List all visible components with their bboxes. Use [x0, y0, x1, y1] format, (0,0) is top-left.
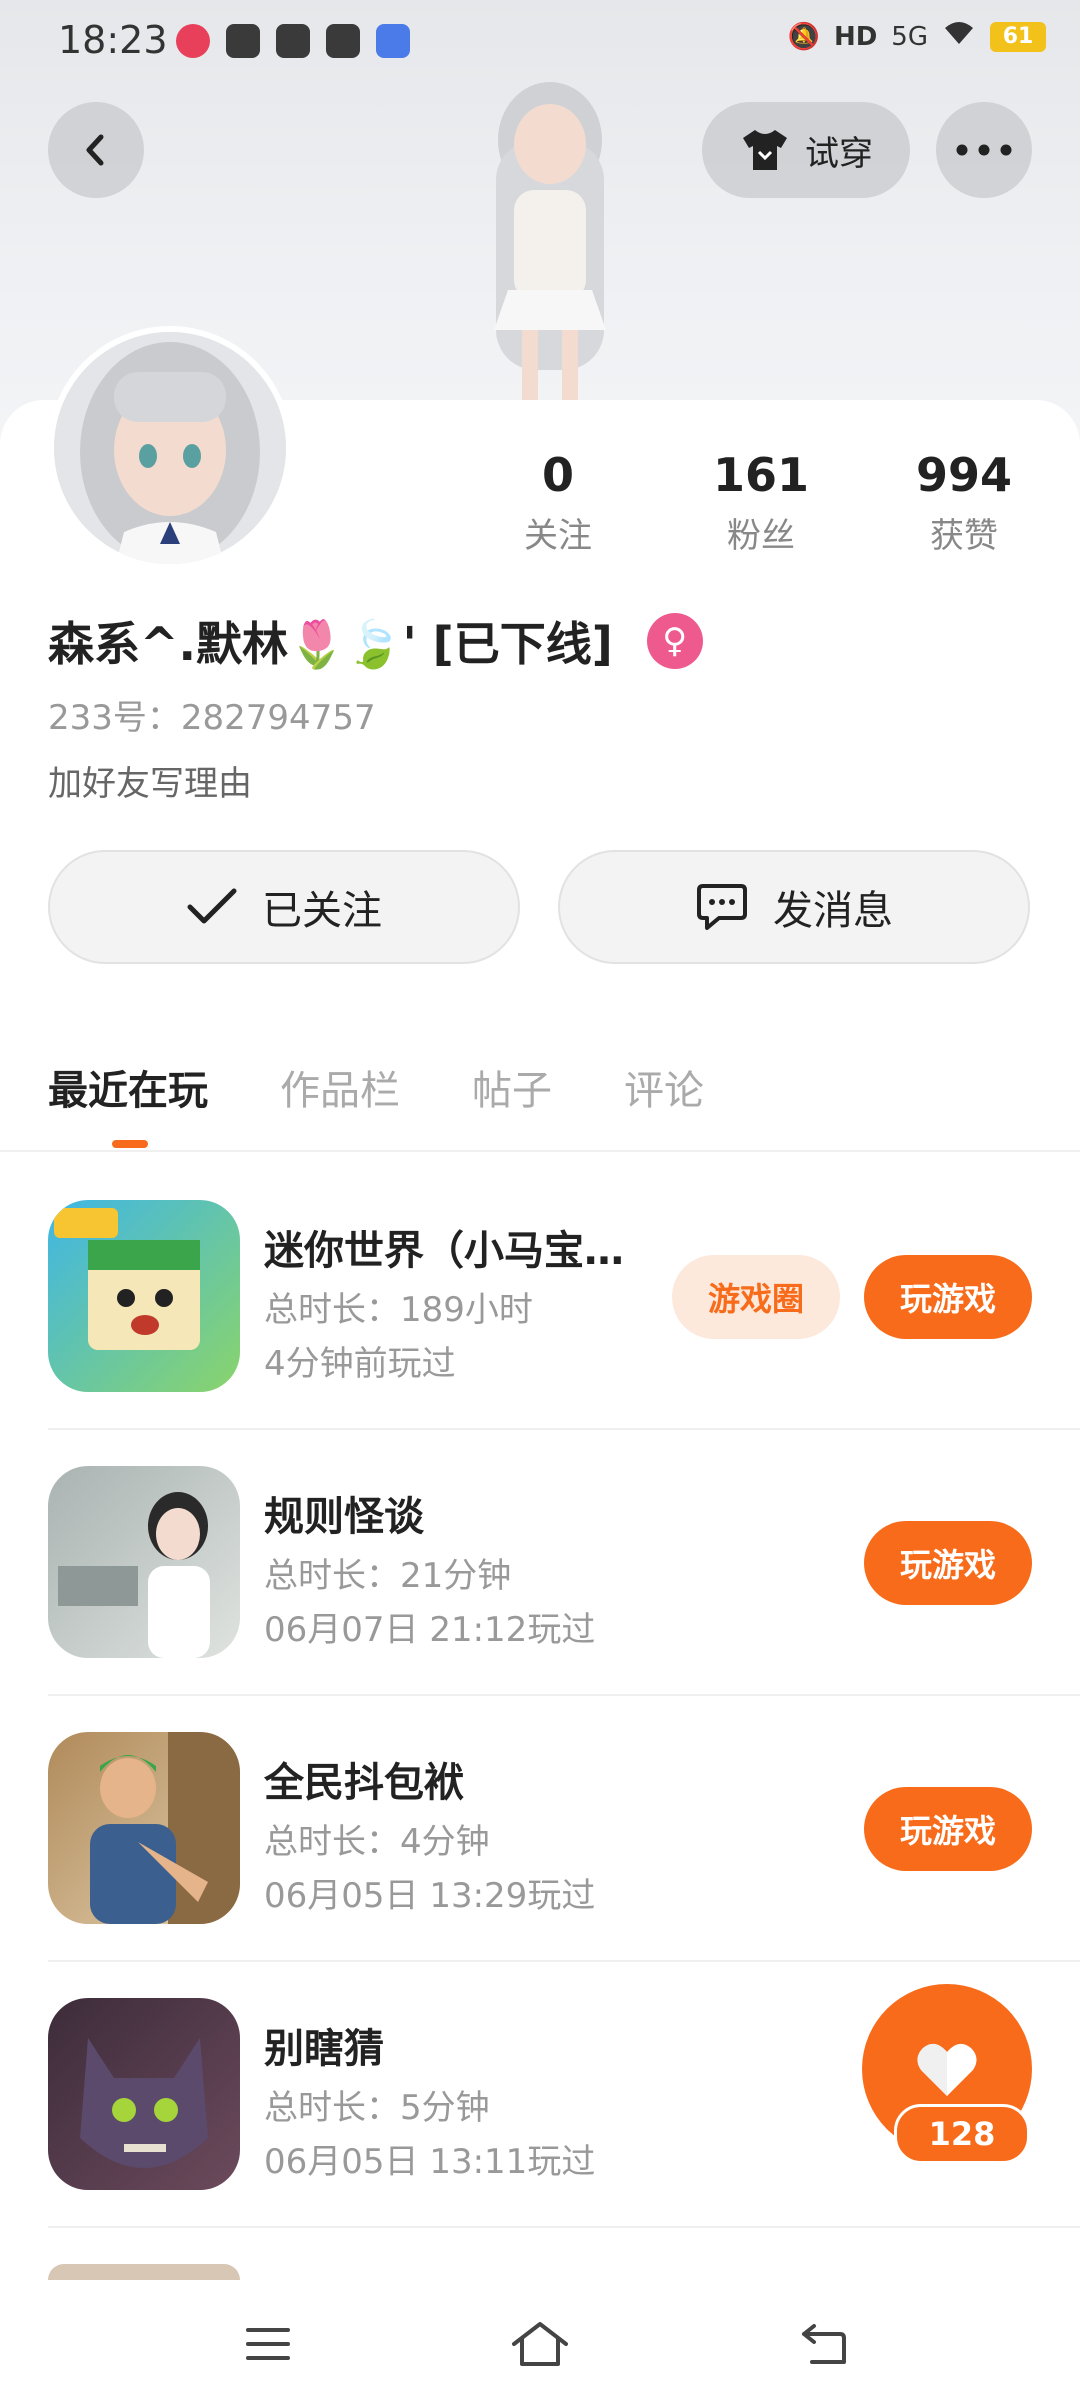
row-separator [48, 1428, 1080, 1430]
game-icon-5-partial [48, 2264, 240, 2280]
row-separator [48, 1960, 1080, 1962]
game-last-played-3: 06月05日 13:29玩过 [264, 1876, 596, 1916]
play-notification-icon [326, 24, 360, 58]
game-title-4: 别瞎猜 [264, 2026, 384, 2072]
game-duration-1: 总时长：189小时 [264, 1290, 533, 1330]
play-game-button-1[interactable]: 玩游戏 [864, 1255, 1032, 1339]
row-separator [48, 1694, 1080, 1696]
status-time: 18:23 [58, 18, 168, 62]
game-art-1 [54, 1208, 200, 1350]
shirt-icon [743, 130, 787, 170]
more-horizontal-icon [956, 144, 1012, 156]
battery-icon: 61 [990, 21, 1046, 52]
nickname: 森系^.默林🌷🍃' [已下线] [48, 617, 613, 671]
game-last-played-4: 06月05日 13:11玩过 [264, 2142, 596, 2182]
avatar-image [54, 332, 286, 564]
back-nav-button[interactable] [800, 2322, 848, 2370]
stat-following-value: 0 [541, 448, 574, 502]
game-title-3: 全民抖包袱 [264, 1760, 464, 1806]
back-button[interactable] [48, 102, 144, 198]
followed-label: 已关注 [262, 888, 382, 934]
tab-posts[interactable]: 帖子 [472, 1058, 552, 1116]
game-circle-button-1[interactable]: 游戏圈 [672, 1255, 840, 1339]
game-art-2 [58, 1492, 210, 1658]
more-button[interactable] [936, 102, 1032, 198]
stat-fans[interactable]: 161 粉丝 [681, 448, 841, 557]
game-icon-3[interactable] [48, 1732, 240, 1924]
menu-nav-button[interactable] [244, 2324, 292, 2368]
game-title-2: 规则怪谈 [264, 1494, 424, 1540]
add-friend-reason[interactable]: 加好友写理由 [48, 756, 252, 805]
message-icon [697, 884, 747, 930]
notification-icons [176, 24, 410, 58]
home-icon [512, 2322, 568, 2366]
stat-fans-label: 粉丝 [727, 516, 795, 556]
app-notification-icon [176, 24, 210, 58]
like-count-badge: 128 [894, 2104, 1030, 2164]
game-duration-3: 总时长：4分钟 [264, 1822, 490, 1862]
menu-icon [246, 2328, 290, 2360]
tabs-divider [0, 1150, 1080, 1152]
game-art-3 [90, 1732, 240, 1924]
stat-likes-label: 获赞 [930, 516, 998, 556]
avatar[interactable] [48, 326, 292, 570]
play-game-button-2[interactable]: 玩游戏 [864, 1521, 1032, 1605]
stat-likes[interactable]: 994 获赞 [884, 448, 1044, 557]
signal-icon: 5G [891, 21, 928, 52]
play-game-button-3[interactable]: 玩游戏 [864, 1787, 1032, 1871]
stat-likes-value: 994 [915, 448, 1013, 502]
stat-following-label: 关注 [524, 516, 592, 556]
back-nav-icon [802, 2324, 846, 2364]
home-nav-button[interactable] [510, 2320, 570, 2372]
message-label: 发消息 [773, 888, 893, 934]
try-on-label: 试穿 [805, 133, 873, 174]
game-last-played-1: 4分钟前玩过 [264, 1344, 456, 1384]
tab-works[interactable]: 作品栏 [280, 1058, 400, 1116]
row-separator [48, 2226, 1080, 2228]
wifi-icon [942, 20, 976, 53]
hd-icon: HD [833, 21, 878, 52]
game-title-1: 迷你世界（小马宝… [264, 1228, 624, 1274]
game-icon-1[interactable] [48, 1200, 240, 1392]
link-notification-icon [226, 24, 260, 58]
video-notification-icon [276, 24, 310, 58]
message-button[interactable]: 发消息 [558, 850, 1030, 964]
female-icon: ♀ [646, 613, 703, 669]
baidu-notification-icon [376, 24, 410, 58]
game-duration-2: 总时长：21分钟 [264, 1556, 512, 1596]
game-duration-4: 总时长：5分钟 [264, 2088, 490, 2128]
character-illustration [494, 82, 606, 430]
mute-icon: 🔕 [787, 21, 820, 52]
status-bar: 18:23 🔕 HD 5G 61 [0, 0, 1080, 84]
game-art-4 [80, 2038, 208, 2168]
stat-fans-value: 161 [712, 448, 810, 502]
tab-comments[interactable]: 评论 [624, 1058, 704, 1116]
profile-tabs: 最近在玩 作品栏 帖子 评论 [48, 1058, 704, 1116]
try-on-button[interactable]: 试穿 [702, 102, 910, 198]
game-icon-4[interactable] [48, 1998, 240, 2190]
check-icon [187, 888, 237, 924]
heart-icon [917, 2043, 977, 2096]
tab-recent-playing[interactable]: 最近在玩 [48, 1058, 208, 1116]
active-tab-indicator [112, 1140, 148, 1148]
followed-button[interactable]: 已关注 [48, 850, 520, 964]
user-id: 233号：282794757 [48, 698, 376, 738]
system-navigation-bar [0, 2280, 1080, 2408]
stat-following[interactable]: 0 关注 [478, 448, 638, 557]
nickname-row: 森系^.默林🌷🍃' [已下线] ♀ [48, 608, 703, 674]
status-right-icons: 🔕 HD 5G 61 [788, 20, 1046, 53]
game-icon-2[interactable] [48, 1466, 240, 1658]
game-last-played-2: 06月07日 21:12玩过 [264, 1610, 596, 1650]
chevron-left-icon [86, 134, 104, 166]
